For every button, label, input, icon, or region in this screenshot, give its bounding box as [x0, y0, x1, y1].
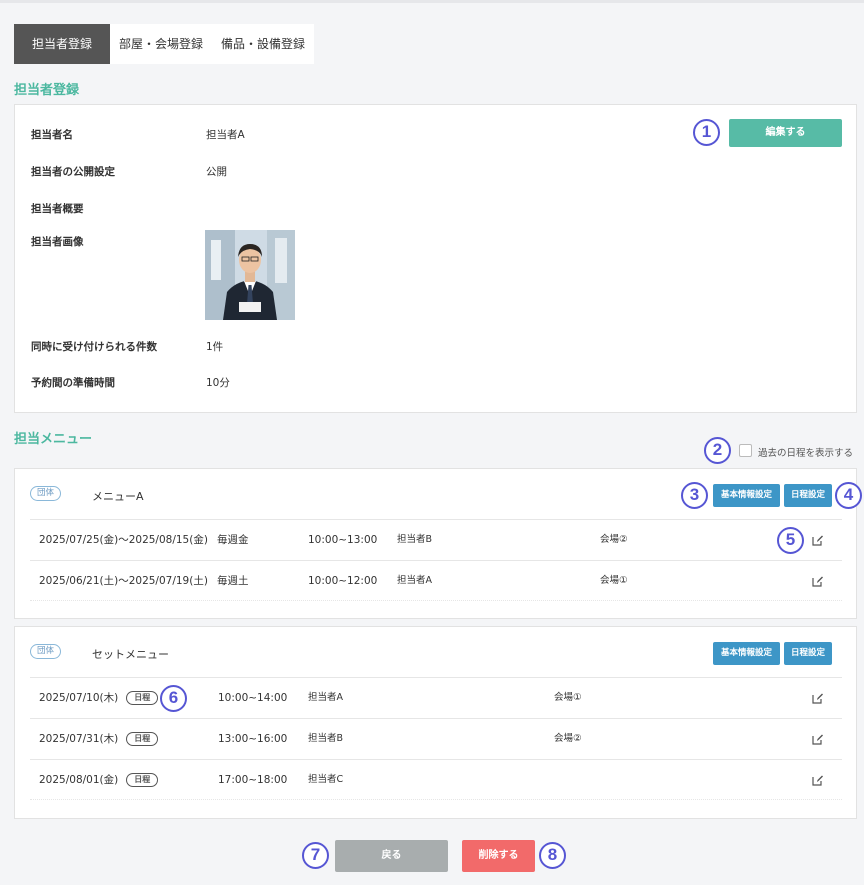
- row-date-cell: 2025/07/31(木) 日程: [39, 719, 159, 759]
- table-row: 2025/08/01(金) 日程 17:00~18:00 担当者C: [30, 759, 842, 800]
- marker-5: 5: [777, 527, 804, 554]
- summary-label: 担当者概要: [31, 203, 84, 215]
- set-menu-schedule-table: 2025/07/10(木) 日程 6 10:00~14:00 担当者A 会場① 2…: [30, 677, 842, 800]
- edit-icon[interactable]: [812, 692, 824, 704]
- menu-a-schedule-button[interactable]: 日程設定: [784, 484, 832, 507]
- row-staff: 担当者A: [397, 575, 432, 586]
- staff-section-title: 担当者登録: [14, 83, 80, 98]
- marker-8: 8: [539, 842, 566, 869]
- row-date: 2025/08/01(金): [39, 774, 119, 786]
- staff-name-value: 担当者A: [206, 129, 245, 141]
- menu-a-panel: 団体 メニューA 3 基本情報設定 日程設定 4 2025/07/25(金)～2…: [14, 468, 862, 619]
- set-menu-panel: 団体 セットメニュー 基本情報設定 日程設定 2025/07/10(木) 日程 6…: [14, 626, 857, 819]
- row-time: 17:00~18:00: [218, 774, 288, 786]
- marker-7: 7: [302, 842, 329, 869]
- schedule-tag: 日程: [126, 732, 159, 746]
- set-menu-schedule-button[interactable]: 日程設定: [784, 642, 832, 665]
- marker-1: 1: [693, 119, 720, 146]
- row-venue: 会場②: [600, 534, 628, 545]
- row-time: 10:00~12:00: [308, 575, 378, 587]
- delete-button[interactable]: 削除する: [462, 840, 535, 872]
- visibility-label: 担当者の公開設定: [31, 166, 115, 178]
- visibility-value: 公開: [206, 166, 227, 178]
- menu-a-name: メニューA: [92, 490, 144, 503]
- tab-equipment-registration[interactable]: 備品・設備登録: [212, 24, 314, 64]
- row-time: 10:00~14:00: [218, 692, 288, 704]
- row-date: 2025/07/10(木): [39, 692, 119, 704]
- tab-staff-registration[interactable]: 担当者登録: [14, 24, 111, 64]
- row-date: 2025/06/21(土)～2025/07/19(土): [39, 575, 208, 587]
- edit-icon[interactable]: [812, 774, 824, 786]
- edit-icon[interactable]: [812, 534, 824, 546]
- set-menu-basic-info-button[interactable]: 基本情報設定: [713, 642, 780, 665]
- show-past-checkbox[interactable]: [739, 444, 752, 457]
- edit-icon[interactable]: [812, 575, 824, 587]
- table-row: 2025/07/25(金)～2025/08/15(金) 毎週金 10:00~13…: [30, 519, 842, 560]
- prep-time-label: 予約間の準備時間: [31, 377, 115, 389]
- concurrent-label: 同時に受け付けられる件数: [31, 341, 157, 353]
- group-badge: 団体: [30, 486, 62, 501]
- edit-button[interactable]: 編集する: [729, 119, 842, 147]
- staff-detail-panel: 担当者名 担当者A 担当者の公開設定 公開 担当者概要 担当者画像 同時に受け付…: [14, 104, 857, 413]
- top-bar: [0, 0, 864, 3]
- back-button[interactable]: 戻る: [335, 840, 448, 872]
- row-time: 13:00~16:00: [218, 733, 288, 745]
- schedule-tag: 日程: [126, 773, 159, 787]
- row-staff: 担当者C: [308, 774, 344, 785]
- group-badge: 団体: [30, 644, 62, 659]
- menu-section-title: 担当メニュー: [14, 432, 93, 447]
- row-staff: 担当者A: [308, 692, 343, 703]
- row-staff: 担当者B: [397, 534, 433, 545]
- marker-6: 6: [160, 685, 187, 712]
- row-recurrence: 毎週金: [217, 534, 249, 546]
- row-date: 2025/07/25(金)～2025/08/15(金): [39, 534, 208, 546]
- edit-icon[interactable]: [812, 733, 824, 745]
- marker-4: 4: [835, 482, 862, 509]
- menu-a-basic-info-button[interactable]: 基本情報設定: [713, 484, 780, 507]
- menu-a-schedule-table: 2025/07/25(金)～2025/08/15(金) 毎週金 10:00~13…: [30, 519, 842, 601]
- image-label: 担当者画像: [31, 236, 84, 248]
- row-date-cell: 2025/07/10(木) 日程: [39, 678, 159, 718]
- table-row: 2025/07/31(木) 日程 13:00~16:00 担当者B 会場②: [30, 718, 842, 759]
- tab-room-registration[interactable]: 部屋・会場登録: [110, 24, 212, 64]
- row-date: 2025/07/31(木): [39, 733, 119, 745]
- table-row: 2025/07/10(木) 日程 6 10:00~14:00 担当者A 会場①: [30, 677, 842, 718]
- table-row: 2025/06/21(土)～2025/07/19(土) 毎週土 10:00~12…: [30, 560, 842, 601]
- marker-2: 2: [704, 437, 731, 464]
- row-time: 10:00~13:00: [308, 534, 378, 546]
- row-venue: 会場①: [600, 575, 628, 586]
- staff-photo: [205, 230, 295, 320]
- staff-name-label: 担当者名: [31, 129, 73, 141]
- concurrent-value: 1件: [206, 341, 224, 353]
- row-staff: 担当者B: [308, 733, 344, 744]
- tab-bar: 担当者登録 部屋・会場登録 備品・設備登録: [14, 24, 315, 64]
- row-date-cell: 2025/08/01(金) 日程: [39, 760, 159, 800]
- show-past-label: 過去の日程を表示する: [758, 448, 854, 459]
- set-menu-name: セットメニュー: [92, 648, 169, 661]
- row-venue: 会場②: [554, 733, 582, 744]
- row-venue: 会場①: [554, 692, 582, 703]
- schedule-tag: 日程: [126, 691, 159, 705]
- prep-time-value: 10分: [206, 377, 230, 389]
- row-recurrence: 毎週土: [217, 575, 249, 587]
- marker-3: 3: [681, 482, 708, 509]
